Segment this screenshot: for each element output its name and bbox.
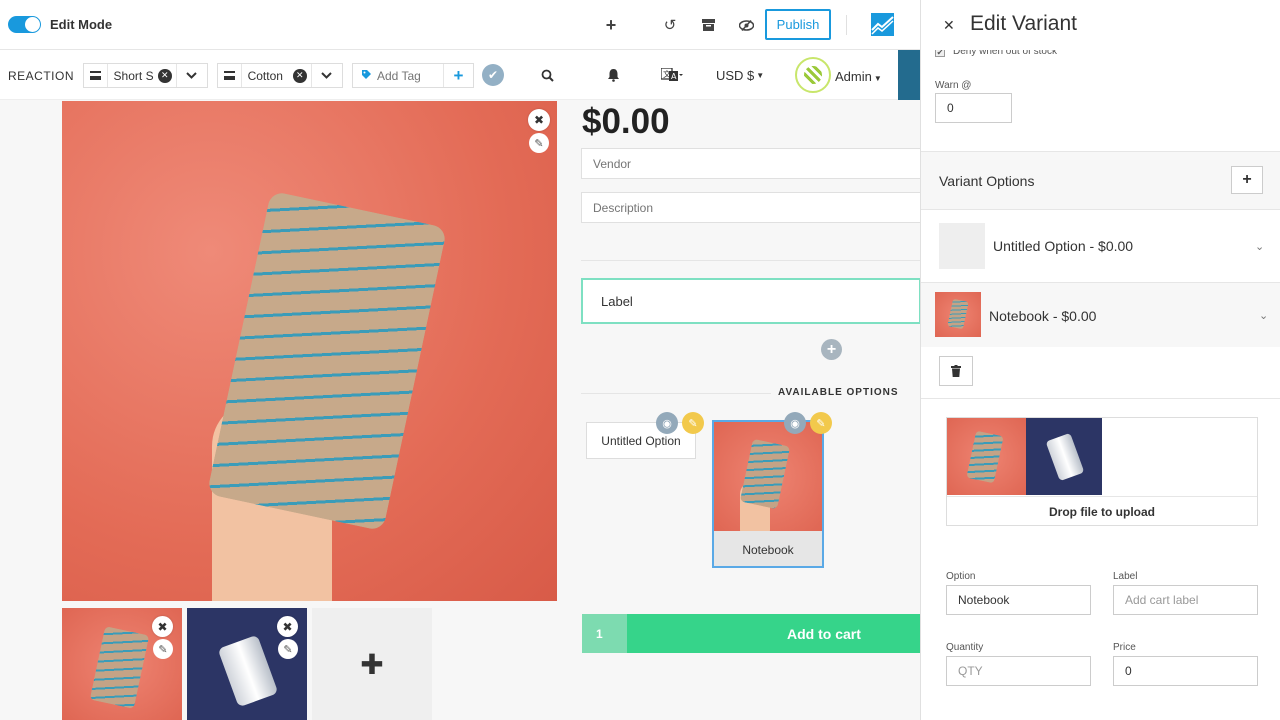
tag-icon (357, 69, 375, 83)
product-hero-image (62, 101, 557, 601)
description-field[interactable] (581, 192, 921, 223)
option-row-label: Untitled Option - $0.00 (993, 238, 1134, 254)
panel-header: ✕ Edit Variant (921, 0, 1280, 50)
media-dropzone[interactable]: Drop file to upload (946, 417, 1258, 526)
option-row-label: Notebook - $0.00 (989, 308, 1097, 324)
remove-image-icon[interactable]: ✖ (277, 616, 298, 637)
eye-icon[interactable]: ◉ (784, 412, 806, 434)
add-media-button[interactable]: ✚ (312, 608, 432, 720)
bell-icon[interactable] (607, 64, 620, 86)
option-card-notebook[interactable]: Notebook (712, 420, 824, 568)
currency-dropdown[interactable]: USD $ ▼ (716, 64, 764, 86)
pencil-icon[interactable]: ✎ (810, 412, 832, 434)
add-variant-option-button[interactable]: + (1231, 166, 1263, 194)
remove-image-icon[interactable]: ✖ (152, 616, 173, 637)
option-image (714, 422, 822, 531)
divider (581, 393, 771, 394)
remove-image-icon[interactable]: ✖ (528, 109, 550, 131)
drop-file-label: Drop file to upload (947, 496, 1257, 526)
plus-icon[interactable]: + (600, 14, 622, 36)
option-title-field[interactable] (946, 585, 1091, 615)
option-field-label: Option (946, 571, 976, 582)
warn-label: Warn @ (935, 80, 972, 91)
chip-label: Cotton (247, 68, 283, 83)
product-price: $0.00 (582, 102, 670, 141)
remove-tag-icon[interactable]: ✕ (157, 68, 172, 83)
vendor-field[interactable] (581, 148, 921, 179)
eye-slash-icon[interactable] (735, 14, 757, 36)
variant-image[interactable] (1026, 418, 1102, 495)
tag-chip-cotton[interactable]: Cotton ✕ (217, 63, 343, 88)
edit-mode-toggle[interactable] (8, 16, 41, 33)
edit-mode-label: Edit Mode (50, 17, 113, 32)
drag-handle-icon[interactable] (218, 64, 242, 87)
close-icon[interactable]: ✕ (943, 17, 955, 34)
drag-handle-icon[interactable] (84, 64, 108, 87)
eye-icon[interactable]: ◉ (656, 412, 678, 434)
shop-name: REACTION (8, 69, 75, 83)
option-label: Notebook (742, 542, 794, 557)
delete-option-button[interactable] (939, 356, 973, 386)
available-options-title: AVAILABLE OPTIONS (778, 387, 899, 398)
price-field[interactable] (1113, 656, 1258, 686)
variant-label-field[interactable] (581, 278, 921, 324)
save-tags-check-icon[interactable]: ✔ (482, 64, 504, 86)
brand-logo (871, 13, 894, 36)
trash-icon (951, 365, 961, 377)
undo-icon[interactable]: ↺ (659, 14, 681, 36)
warn-threshold-field[interactable] (935, 93, 1012, 123)
sidebar-edge (898, 50, 920, 100)
option-thumbnail (935, 292, 981, 337)
chevron-down-icon[interactable] (310, 64, 342, 87)
chevron-down-icon[interactable]: ⌄ (1259, 309, 1268, 322)
caret-down-icon: ▼ (873, 74, 882, 83)
add-tag-field[interactable]: + (352, 63, 474, 88)
notebook-graphic (206, 190, 448, 532)
svg-text:A: A (671, 72, 677, 81)
add-option-plus-icon[interactable]: + (821, 339, 842, 360)
search-icon[interactable] (541, 64, 554, 86)
divider (581, 260, 920, 261)
top-toolbar: Edit Mode + ↺ Publish (0, 0, 920, 50)
quantity-input[interactable]: 1 (582, 614, 628, 653)
panel-title: Edit Variant (970, 12, 1077, 35)
pencil-icon[interactable]: ✎ (682, 412, 704, 434)
add-to-cart-button[interactable]: Add to cart (627, 614, 920, 653)
price-field-label: Price (1113, 642, 1136, 653)
variant-image[interactable] (947, 418, 1026, 495)
quantity-field-label: Quantity (946, 642, 984, 653)
option-card-untitled[interactable]: Untitled Option (586, 422, 696, 459)
divider (846, 15, 847, 35)
admin-menu[interactable]: Admin ▼ (835, 69, 882, 84)
publish-button[interactable]: Publish (765, 9, 831, 40)
chevron-down-icon[interactable]: ⌄ (1255, 240, 1264, 253)
chip-label: Short Sl (113, 68, 154, 83)
option-label: Untitled Option (601, 433, 681, 448)
edit-variant-panel: ✔ Deny when out of stock ✕ Edit Variant … (920, 0, 1280, 720)
chevron-down-icon[interactable] (175, 64, 207, 87)
cart-label-field[interactable] (1113, 585, 1258, 615)
edit-image-icon[interactable]: ✎ (529, 133, 549, 153)
add-tag-input[interactable] (375, 68, 443, 83)
edit-image-icon[interactable]: ✎ (153, 639, 173, 659)
plus-icon: ✚ (360, 648, 384, 680)
tag-chip-short-sleeve[interactable]: Short Sl ✕ (83, 63, 208, 88)
avatar[interactable] (795, 57, 831, 93)
caret-down-icon: ▼ (756, 70, 765, 80)
quantity-field[interactable] (946, 656, 1091, 686)
label-field-label: Label (1113, 571, 1138, 582)
variant-options-title: Variant Options (939, 173, 1035, 189)
option-thumbnail (939, 223, 985, 269)
language-icon[interactable]: 文A (661, 64, 683, 86)
archive-icon[interactable] (697, 14, 719, 36)
remove-tag-icon[interactable]: ✕ (292, 68, 307, 83)
add-tag-plus-icon[interactable]: + (443, 64, 473, 87)
currency-label: USD $ (716, 67, 755, 83)
divider (921, 398, 1280, 399)
admin-label: Admin (835, 69, 872, 84)
edit-image-icon[interactable]: ✎ (278, 639, 298, 659)
